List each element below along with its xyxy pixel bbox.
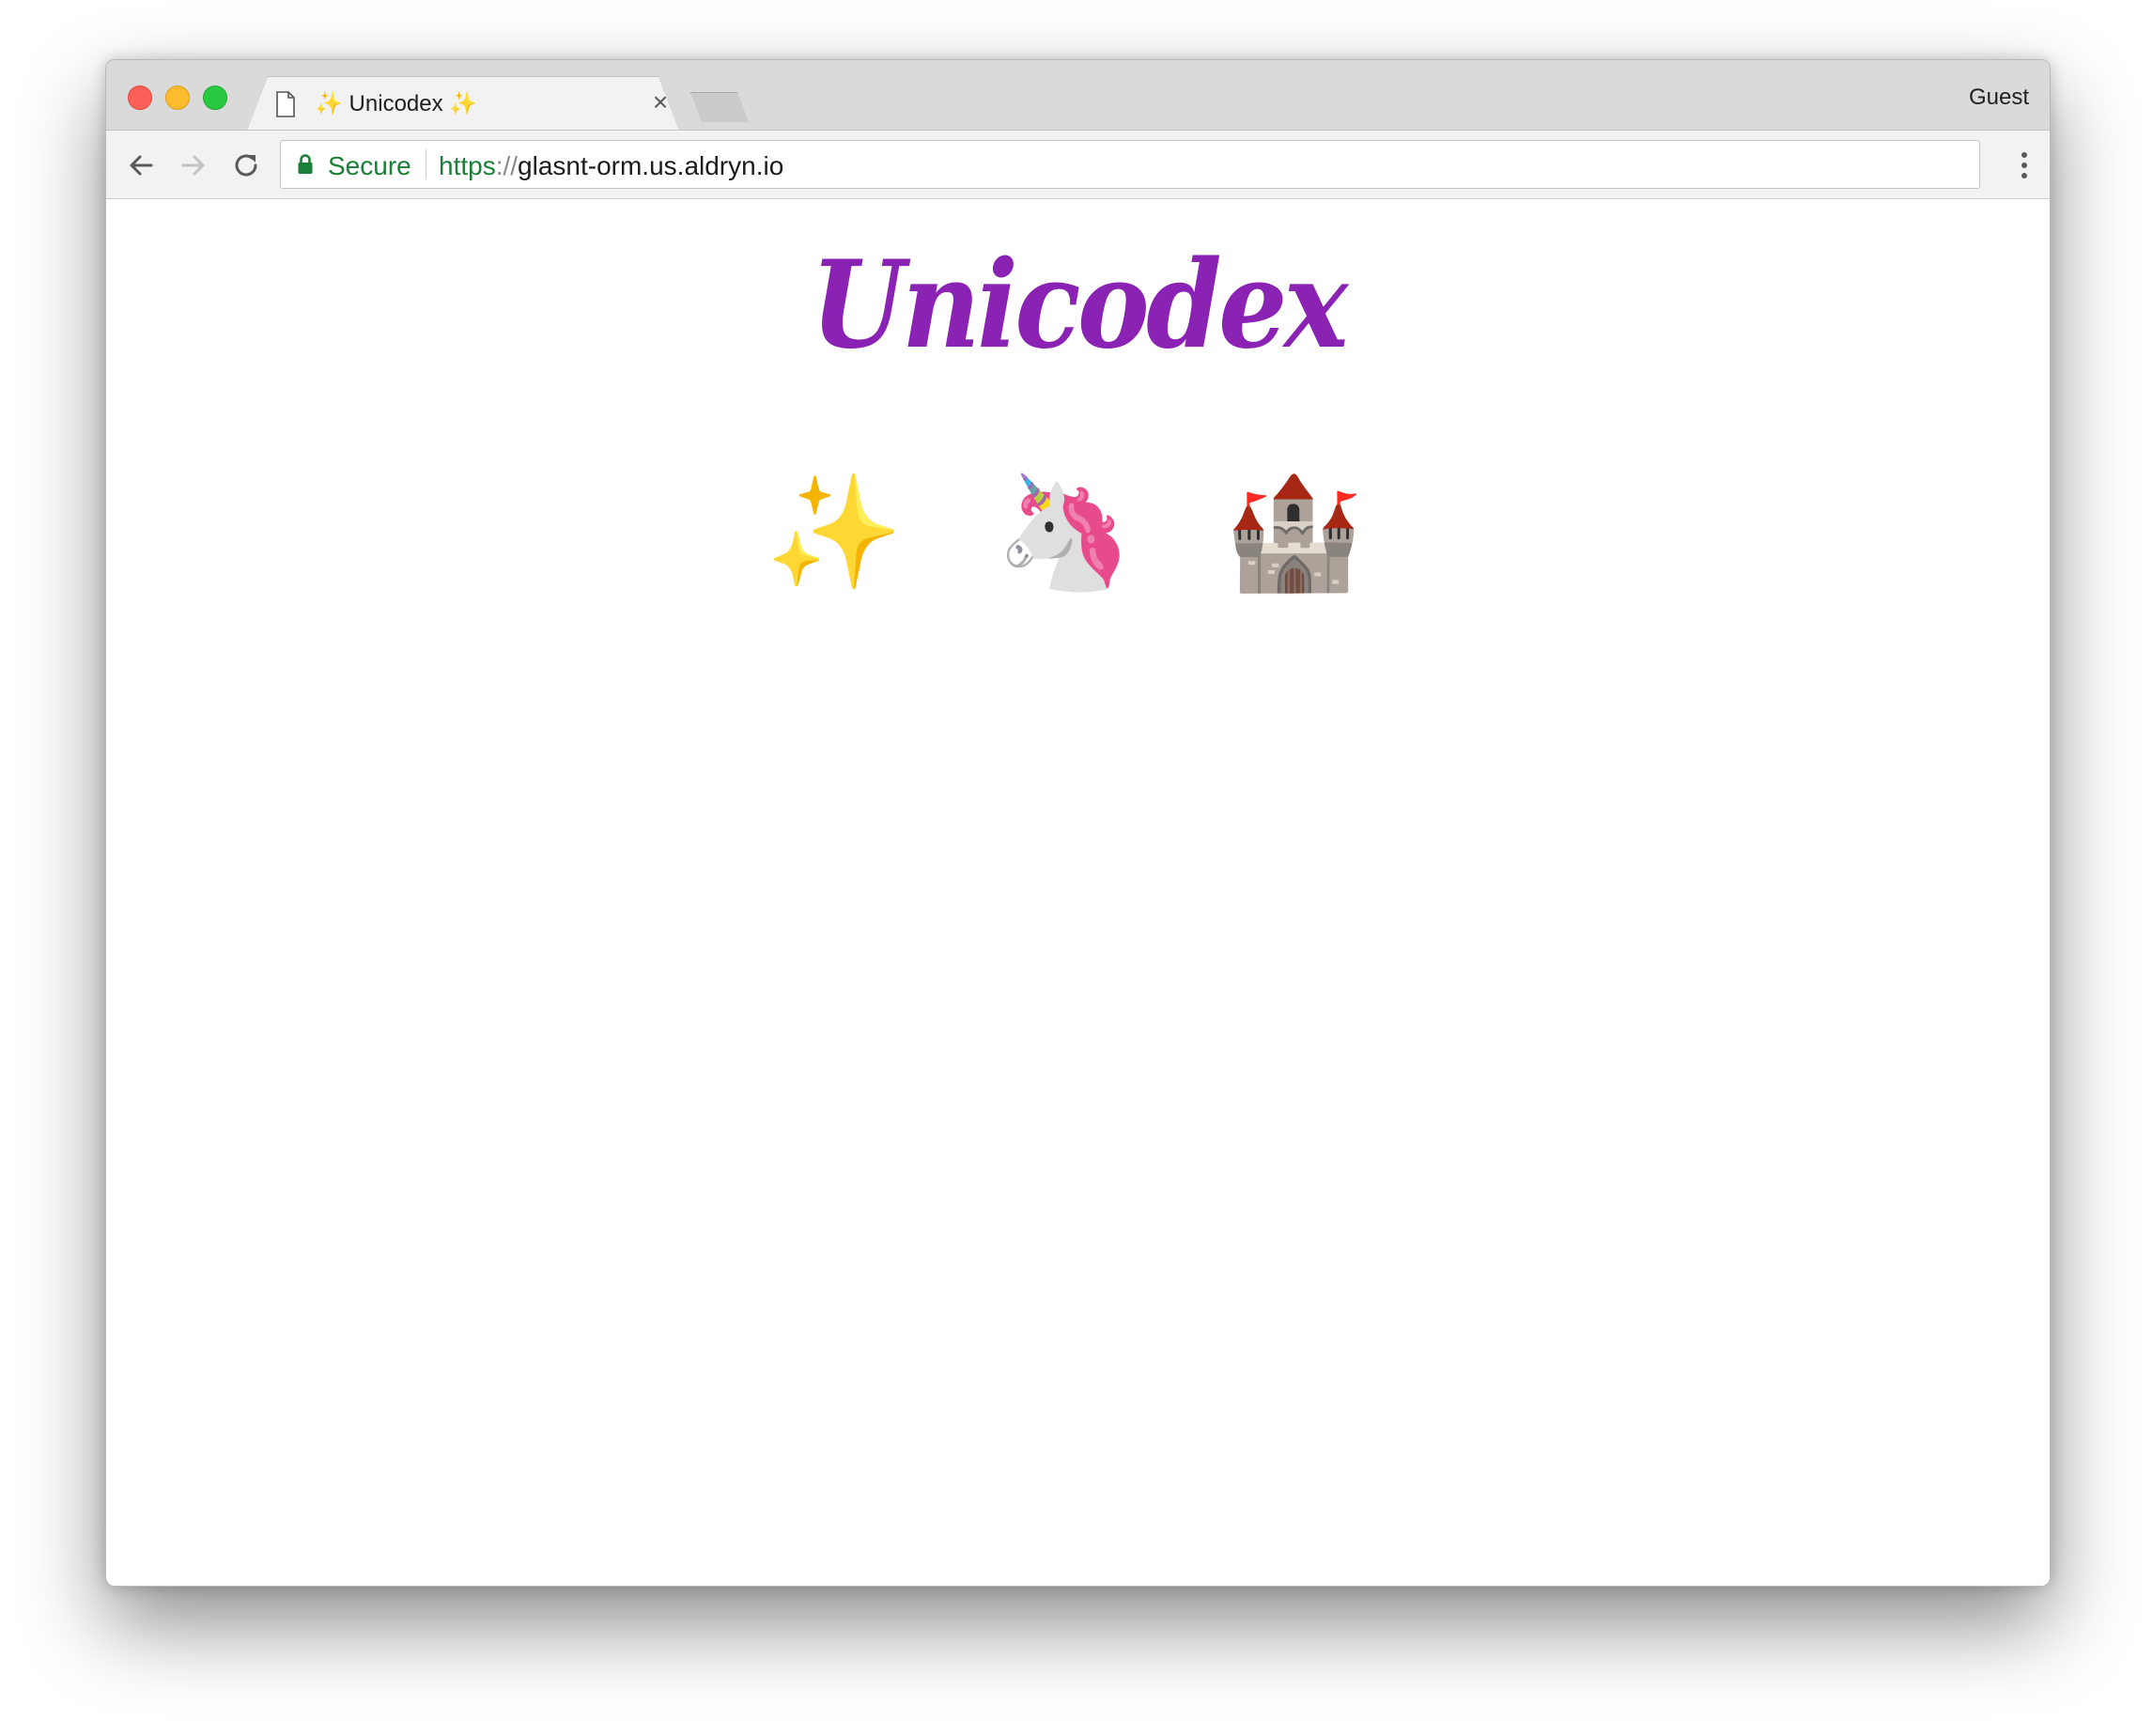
castle-icon: 🏰	[1224, 467, 1391, 597]
reload-icon[interactable]	[228, 147, 264, 183]
security-label[interactable]: Secure	[328, 151, 411, 181]
forward-arrow-icon[interactable]	[176, 147, 211, 183]
address-bar[interactable]: Secure https://glasnt-orm.us.aldryn.io	[280, 140, 1980, 189]
url-separator: ://	[495, 151, 519, 180]
more-menu-icon[interactable]	[2020, 151, 2029, 179]
lock-icon	[298, 154, 313, 174]
tab-title: ✨ Unicodex ✨	[315, 91, 478, 116]
url-scheme: https	[439, 151, 496, 180]
page-content: Unicodex ✨ 🦄 🏰	[106, 199, 2050, 1586]
window-zoom-button[interactable]	[203, 85, 227, 110]
window-close-button[interactable]	[128, 85, 152, 110]
url-text[interactable]: https://glasnt-orm.us.aldryn.io	[439, 151, 783, 181]
back-arrow-icon[interactable]	[123, 147, 159, 183]
site-logo: Unicodex	[811, 235, 1348, 376]
window-minimize-button[interactable]	[165, 85, 190, 110]
emoji-row: ✨ 🦄 🏰	[106, 466, 2050, 597]
page-icon	[276, 91, 295, 117]
profile-button[interactable]: Guest	[1969, 85, 2029, 111]
new-tab-button[interactable]	[690, 92, 749, 122]
tab-strip: ✨ Unicodex ✨ × Guest	[106, 60, 2050, 131]
sparkles-icon: ✨	[765, 467, 932, 597]
unicorn-icon: 🦄	[995, 467, 1161, 597]
tab-close-icon[interactable]: ×	[646, 88, 674, 116]
toolbar: Secure https://glasnt-orm.us.aldryn.io	[106, 130, 2050, 199]
browser-window: ✨ Unicodex ✨ × Guest Secure https://glas…	[105, 59, 2051, 1587]
url-host: glasnt-orm.us.aldryn.io	[518, 151, 784, 180]
